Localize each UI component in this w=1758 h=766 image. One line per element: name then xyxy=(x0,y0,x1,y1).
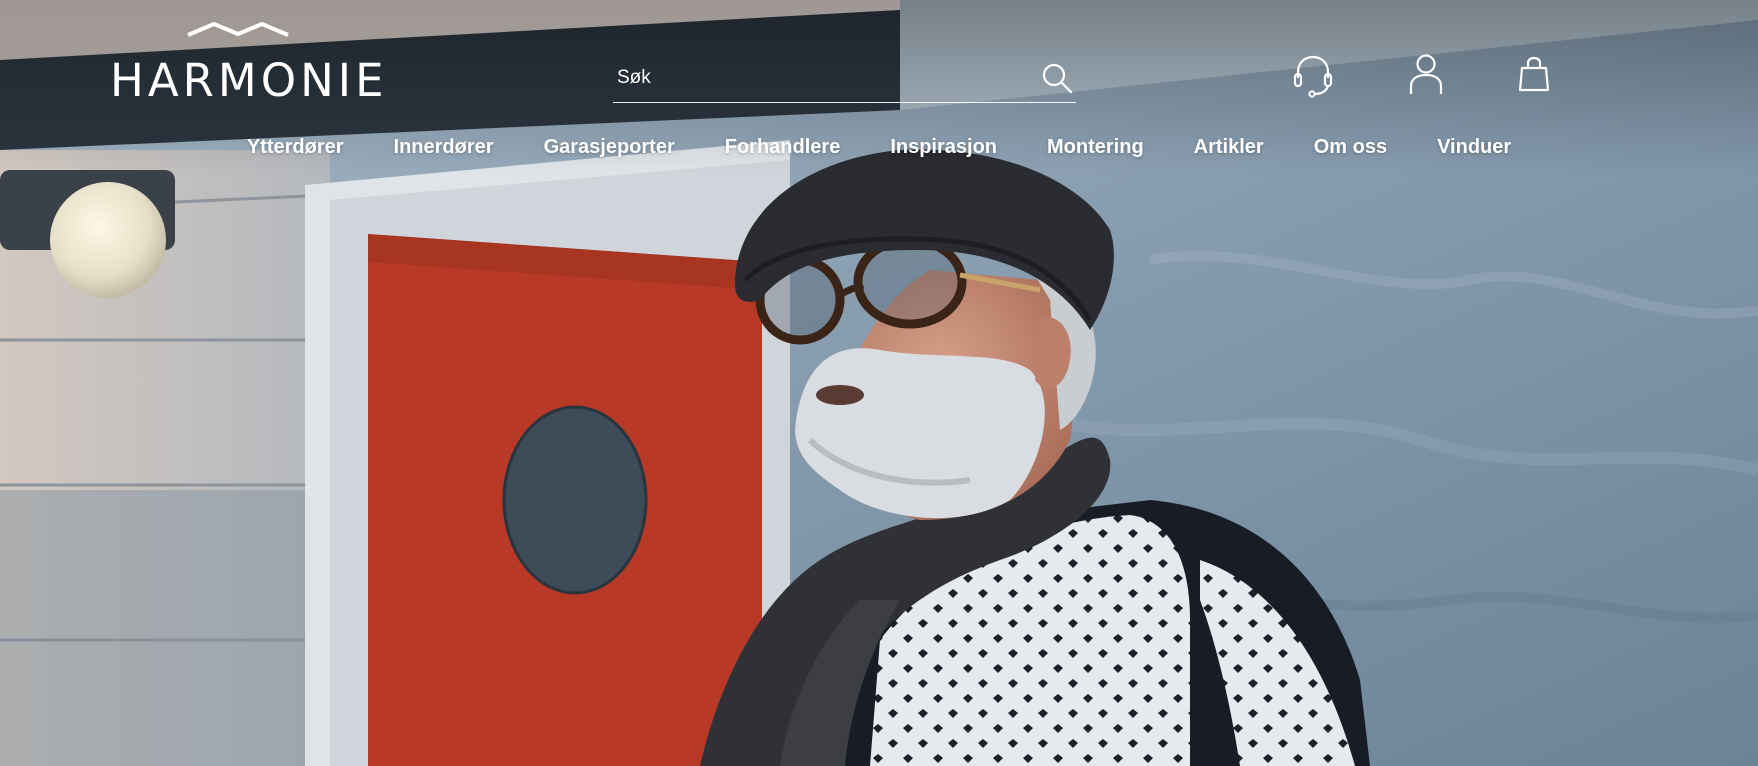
nav-item-montering[interactable]: Montering xyxy=(1047,136,1144,158)
logo-wave-icon xyxy=(187,22,289,37)
header-actions xyxy=(1290,52,1590,100)
user-account-icon xyxy=(1409,54,1443,94)
customer-service-headset-icon xyxy=(1293,55,1333,98)
site-header: HARMONIE Søk Ytterdører Innerdører Garas… xyxy=(0,0,1758,175)
search-button[interactable] xyxy=(1038,60,1076,98)
search-input[interactable] xyxy=(613,58,1021,98)
nav-item-forhandlere[interactable]: Forhandlere xyxy=(725,136,841,158)
search-icon xyxy=(1042,63,1073,93)
search-bar xyxy=(613,58,1076,103)
harmonie-logo[interactable]: HARMONIE xyxy=(110,20,384,104)
nav-item-innerdorer[interactable]: Innerdører xyxy=(394,136,494,158)
nav-item-om-oss[interactable]: Om oss xyxy=(1314,136,1387,158)
user-account-button[interactable] xyxy=(1403,52,1449,98)
logo-text: HARMONIE xyxy=(110,54,388,107)
nav-item-garasjeporter[interactable]: Garasjeporter xyxy=(544,136,675,158)
shopping-bag-button[interactable] xyxy=(1511,52,1557,98)
main-navigation: Ytterdører Innerdører Garasjeporter Forh… xyxy=(0,136,1758,170)
nav-item-ytterdorer[interactable]: Ytterdører xyxy=(247,136,344,158)
nav-item-vinduer[interactable]: Vinduer xyxy=(1437,136,1511,158)
shopping-bag-icon xyxy=(1518,56,1550,92)
customer-service-button[interactable] xyxy=(1290,52,1336,98)
nav-item-artikler[interactable]: Artikler xyxy=(1194,136,1264,158)
nav-item-inspirasjon[interactable]: Inspirasjon xyxy=(890,136,997,158)
